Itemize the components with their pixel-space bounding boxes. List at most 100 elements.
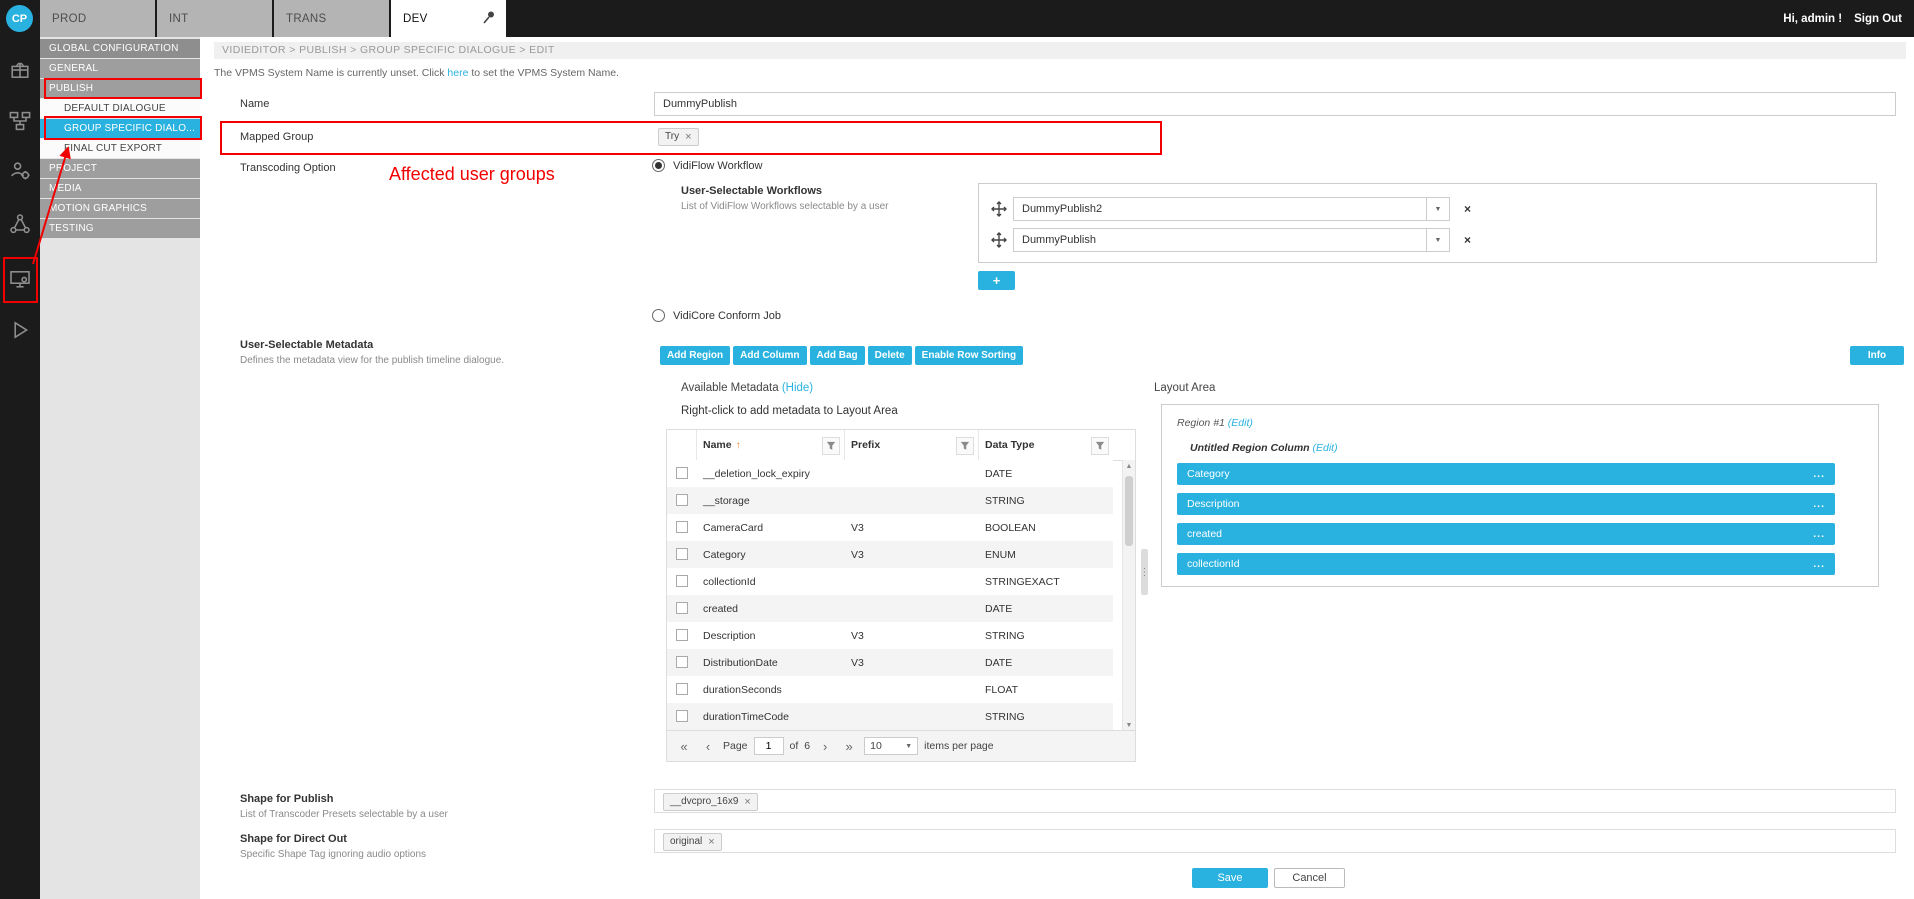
nav-item-testing[interactable]: TESTING <box>40 219 200 238</box>
tab-dev[interactable]: DEV <box>391 0 508 37</box>
add-workflow-button[interactable]: + <box>978 271 1015 290</box>
workflow-select[interactable]: DummyPublish ▼ <box>1013 228 1450 252</box>
table-header-name[interactable]: Name ↑ <box>697 430 845 460</box>
name-input[interactable] <box>654 92 1896 116</box>
page-number-input[interactable] <box>754 737 784 755</box>
enable-row-sorting-button[interactable]: Enable Row Sorting <box>915 346 1023 365</box>
pin-icon[interactable] <box>481 9 497 28</box>
row-checkbox[interactable] <box>676 656 688 668</box>
add-bag-button[interactable]: Add Bag <box>810 346 865 365</box>
table-row[interactable]: collectionId STRINGEXACT <box>667 568 1113 596</box>
item-menu-icon[interactable]: ... <box>1813 498 1825 510</box>
tab-trans[interactable]: TRANS <box>274 0 391 37</box>
nav-item-publish[interactable]: PUBLISH <box>40 79 200 98</box>
remove-workflow-icon[interactable]: × <box>1464 202 1471 216</box>
table-header-datatype[interactable]: Data Type <box>979 430 1113 460</box>
drag-handle-icon[interactable] <box>989 230 1009 250</box>
user-settings-icon[interactable] <box>8 159 32 183</box>
shape-publish-input[interactable]: __dvcpro_16x9 × <box>654 789 1896 813</box>
table-row[interactable]: __deletion_lock_expiry DATE <box>667 460 1113 488</box>
table-row[interactable]: __storage STRING <box>667 487 1113 515</box>
pager-first-icon[interactable]: « <box>675 737 693 755</box>
remove-workflow-icon[interactable]: × <box>1464 233 1471 247</box>
nav-item-general[interactable]: GENERAL <box>40 59 200 78</box>
play-icon[interactable] <box>8 318 32 342</box>
remove-tag-icon[interactable]: × <box>744 797 750 808</box>
vidiflow-workflow-radio[interactable] <box>652 159 665 172</box>
chevron-down-icon[interactable]: ▼ <box>1426 229 1449 251</box>
pager-last-icon[interactable]: » <box>840 737 858 755</box>
layout-item[interactable]: Description ... <box>1177 493 1835 515</box>
shape-direct-input[interactable]: original × <box>654 829 1896 853</box>
add-column-button[interactable]: Add Column <box>733 346 806 365</box>
cp-logo[interactable]: CP <box>6 5 33 32</box>
metadata-toolbar: Add Region Add Column Add Bag Delete Ena… <box>660 346 1026 365</box>
item-menu-icon[interactable]: ... <box>1813 558 1825 570</box>
delete-button[interactable]: Delete <box>868 346 912 365</box>
row-checkbox[interactable] <box>676 521 688 533</box>
row-checkbox[interactable] <box>676 683 688 695</box>
workflow-icon[interactable] <box>8 109 32 133</box>
save-button[interactable]: Save <box>1192 868 1268 888</box>
table-scrollbar[interactable]: ▲ ▼ <box>1122 460 1135 731</box>
table-row[interactable]: DistributionDate V3 DATE <box>667 649 1113 677</box>
nav-item-group-specific-dialogue[interactable]: GROUP SPECIFIC DIALO... <box>40 119 200 138</box>
remove-tag-icon[interactable]: × <box>708 837 714 848</box>
item-menu-icon[interactable]: ... <box>1813 528 1825 540</box>
cancel-button[interactable]: Cancel <box>1274 868 1345 888</box>
table-row[interactable]: Category V3 ENUM <box>667 541 1113 569</box>
row-checkbox[interactable] <box>676 629 688 641</box>
tab-prod[interactable]: PROD <box>40 0 157 37</box>
package-icon[interactable] <box>8 58 32 82</box>
nav-item-motion-graphics[interactable]: MOTION GRAPHICS <box>40 199 200 218</box>
panel-splitter[interactable]: ⋮ <box>1141 549 1148 595</box>
editor-settings-icon[interactable] <box>8 267 32 291</box>
scroll-up-icon[interactable]: ▲ <box>1123 460 1135 472</box>
sign-out-link[interactable]: Sign Out <box>1854 13 1902 25</box>
nav-item-media[interactable]: MEDIA <box>40 179 200 198</box>
table-row[interactable]: Description V3 STRING <box>667 622 1113 650</box>
hierarchy-icon[interactable] <box>8 212 32 236</box>
layout-item[interactable]: Category ... <box>1177 463 1835 485</box>
scrollbar-thumb[interactable] <box>1125 476 1133 546</box>
page-size-select[interactable]: 10 ▼ <box>864 737 918 755</box>
hide-link[interactable]: (Hide) <box>782 382 813 394</box>
vidiflow-workflow-radio-label: VidiFlow Workflow <box>673 160 762 172</box>
filter-icon[interactable] <box>822 437 840 455</box>
filter-icon[interactable] <box>956 437 974 455</box>
nav-item-project[interactable]: PROJECT <box>40 159 200 178</box>
filter-icon[interactable] <box>1091 437 1109 455</box>
add-region-button[interactable]: Add Region <box>660 346 730 365</box>
tab-int[interactable]: INT <box>157 0 274 37</box>
vpms-here-link[interactable]: here <box>447 67 468 79</box>
workflow-row: DummyPublish2 ▼ × <box>989 197 1471 221</box>
table-row[interactable]: durationTimeCode STRING <box>667 703 1113 731</box>
region-edit-link[interactable]: (Edit) <box>1228 417 1253 429</box>
pager-prev-icon[interactable]: ‹ <box>699 737 717 755</box>
workflow-select[interactable]: DummyPublish2 ▼ <box>1013 197 1450 221</box>
vidicore-conform-radio[interactable] <box>652 309 665 322</box>
table-row[interactable]: durationSeconds FLOAT <box>667 676 1113 704</box>
layout-item[interactable]: collectionId ... <box>1177 553 1835 575</box>
row-checkbox[interactable] <box>676 602 688 614</box>
nav-item-final-cut-export[interactable]: FINAL CUT EXPORT <box>40 139 200 158</box>
item-menu-icon[interactable]: ... <box>1813 468 1825 480</box>
drag-handle-icon[interactable] <box>989 199 1009 219</box>
nav-header-global-configuration[interactable]: GLOBAL CONFIGURATION <box>40 39 200 58</box>
row-checkbox[interactable] <box>676 548 688 560</box>
table-row[interactable]: created DATE <box>667 595 1113 623</box>
column-edit-link[interactable]: (Edit) <box>1313 442 1338 454</box>
nav-item-default-dialogue[interactable]: DEFAULT DIALOGUE <box>40 99 200 118</box>
remove-tag-icon[interactable]: × <box>685 132 691 143</box>
cell-prefix: V3 <box>851 541 977 568</box>
layout-item[interactable]: created ... <box>1177 523 1835 545</box>
chevron-down-icon[interactable]: ▼ <box>1426 198 1449 220</box>
row-checkbox[interactable] <box>676 467 688 479</box>
info-button[interactable]: Info <box>1850 346 1904 365</box>
row-checkbox[interactable] <box>676 710 688 722</box>
row-checkbox[interactable] <box>676 494 688 506</box>
table-header-prefix[interactable]: Prefix <box>845 430 979 460</box>
table-row[interactable]: CameraCard V3 BOOLEAN <box>667 514 1113 542</box>
row-checkbox[interactable] <box>676 575 688 587</box>
pager-next-icon[interactable]: › <box>816 737 834 755</box>
